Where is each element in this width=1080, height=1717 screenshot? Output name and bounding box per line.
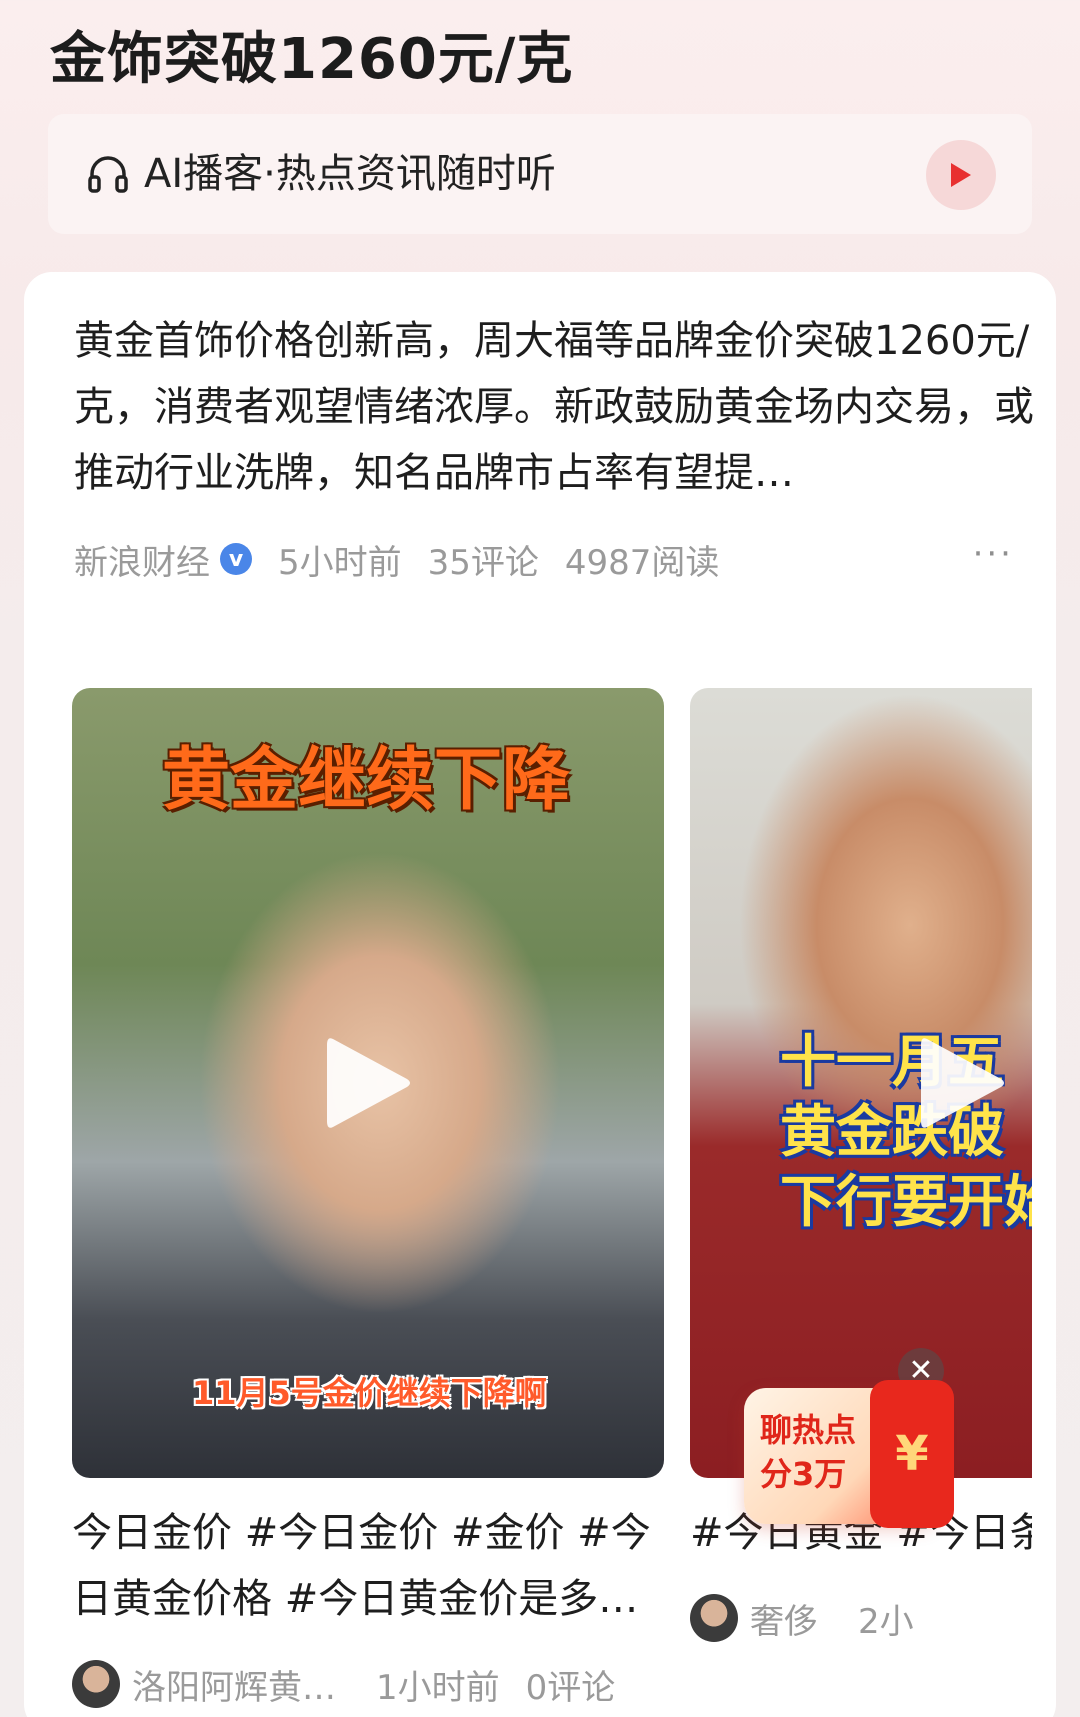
video-time: 1小时前 (376, 1667, 500, 1708)
video-meta: 洛阳阿辉黄… 1小时前 0评论 (72, 1658, 664, 1710)
video-comments[interactable]: 0评论 (526, 1660, 616, 1709)
promo-floating-button[interactable]: 聊热点分3万 ¥ (744, 1380, 954, 1528)
ai-podcast-play-button[interactable] (926, 140, 996, 210)
article-summary[interactable]: 黄金首饰价格创新高，周大福等品牌金价突破1260元/克，消费者观望情绪浓厚。新政… (74, 308, 1034, 506)
play-icon (951, 163, 971, 187)
video-thumbnail[interactable]: 十一月五 黄金跌破 下行要开始 (690, 688, 1032, 1478)
video-subcaption: 11月5号金价继续下降啊 (192, 1374, 547, 1412)
article-source[interactable]: 新浪财经 (74, 535, 210, 584)
ai-podcast-bar[interactable]: AI播客·热点资讯随时听 (48, 114, 1032, 234)
headphone-icon (88, 156, 128, 193)
ai-podcast-label: AI播客·热点资讯随时听 (144, 151, 556, 197)
promo-label: 聊热点分3万 (760, 1411, 857, 1493)
article-meta: 新浪财经 v 5小时前 35评论 4987阅读 ··· (74, 534, 1014, 584)
video-title[interactable]: 今日金价 #今日金价 #金价 #今日黄金价格 #今日黄金价是多… (72, 1500, 664, 1632)
article-comments[interactable]: 35评论 (428, 535, 539, 584)
video-author[interactable]: 洛阳阿辉黄… (132, 1660, 336, 1709)
yen-icon: ¥ (870, 1380, 954, 1528)
avatar[interactable] (690, 1594, 738, 1642)
avatar[interactable] (72, 1660, 120, 1708)
article-time: 5小时前 (278, 542, 402, 583)
video-headline-text: 黄金继续下降 (162, 741, 571, 820)
video-meta: 奢侈 2小 (690, 1592, 1032, 1644)
video-time: 2小 (858, 1601, 914, 1642)
video-thumbnail[interactable]: 黄金继续下降 11月5号金价继续下降啊 (72, 688, 664, 1478)
more-options-icon[interactable]: ··· (973, 534, 1014, 574)
page-title: 金饰突破1260元/克 (50, 27, 574, 92)
video-caption-line: 下行要开始 (780, 1170, 1032, 1235)
verified-icon: v (220, 543, 252, 575)
video-author[interactable]: 奢侈 (750, 1594, 818, 1643)
article-reads: 4987阅读 (564, 542, 720, 583)
play-icon[interactable] (917, 1033, 1007, 1133)
play-icon[interactable] (323, 1033, 413, 1133)
video-card[interactable]: 黄金继续下降 11月5号金价继续下降啊 今日金价 #今日金价 #金价 #今日黄金… (72, 688, 664, 1710)
